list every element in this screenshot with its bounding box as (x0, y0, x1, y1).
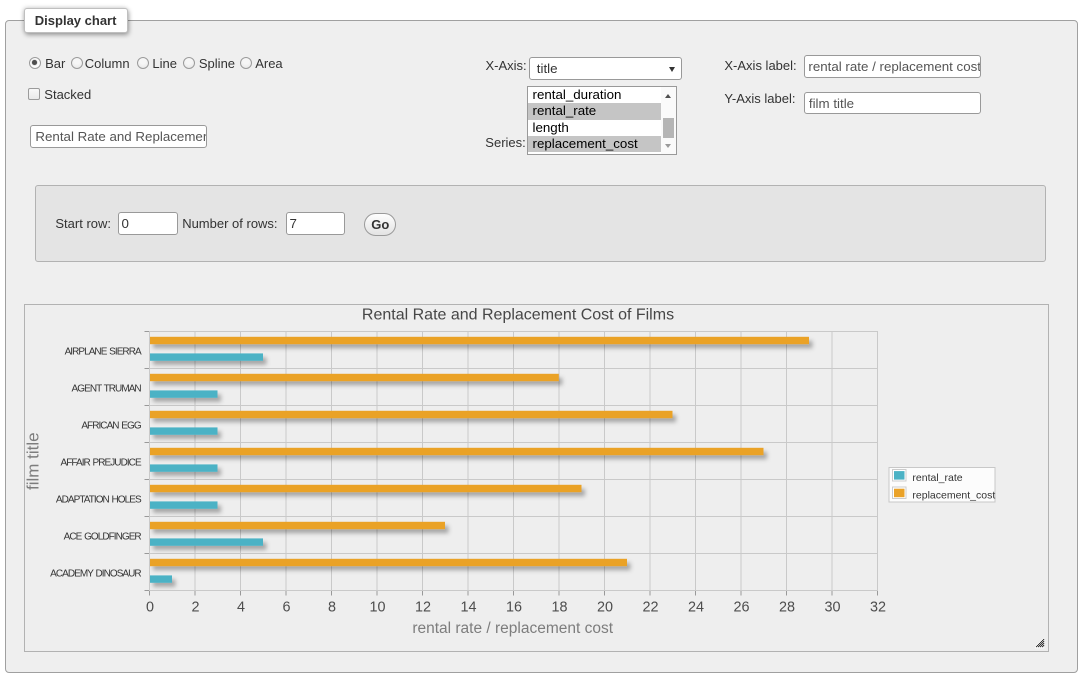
svg-text:AFRICAN EGG: AFRICAN EGG (81, 421, 142, 432)
svg-text:AIRPLANE SIERRA: AIRPLANE SIERRA (65, 347, 142, 358)
svg-text:replacement_cost: replacement_cost (912, 490, 995, 502)
svg-text:22: 22 (642, 599, 658, 615)
svg-text:30: 30 (824, 599, 840, 615)
svg-text:26: 26 (733, 599, 749, 615)
svg-text:ACADEMY DINOSAUR: ACADEMY DINOSAUR (50, 569, 141, 580)
svg-text:6: 6 (282, 599, 290, 615)
svg-text:20: 20 (597, 599, 613, 615)
svg-text:12: 12 (415, 599, 431, 615)
svg-text:rental_rate: rental_rate (912, 472, 962, 484)
svg-text:14: 14 (460, 599, 476, 615)
svg-text:32: 32 (870, 599, 886, 615)
svg-text:2: 2 (191, 599, 199, 615)
svg-text:rental rate / replacement cost: rental rate / replacement cost (412, 620, 613, 637)
svg-text:ACE GOLDFINGER: ACE GOLDFINGER (64, 532, 142, 543)
svg-text:0: 0 (146, 599, 154, 615)
svg-text:AGENT TRUMAN: AGENT TRUMAN (72, 384, 142, 395)
svg-text:8: 8 (328, 599, 336, 615)
svg-text:film title: film title (25, 432, 43, 490)
svg-text:Rental Rate and Replacement Co: Rental Rate and Replacement Cost of Film… (362, 306, 674, 323)
svg-text:24: 24 (688, 599, 704, 615)
svg-text:ADAPTATION HOLES: ADAPTATION HOLES (56, 495, 142, 506)
svg-text:AFFAIR PREJUDICE: AFFAIR PREJUDICE (61, 458, 142, 469)
svg-text:18: 18 (551, 599, 567, 615)
svg-text:16: 16 (506, 599, 522, 615)
svg-text:4: 4 (237, 599, 245, 615)
svg-text:28: 28 (779, 599, 795, 615)
svg-text:10: 10 (369, 599, 385, 615)
